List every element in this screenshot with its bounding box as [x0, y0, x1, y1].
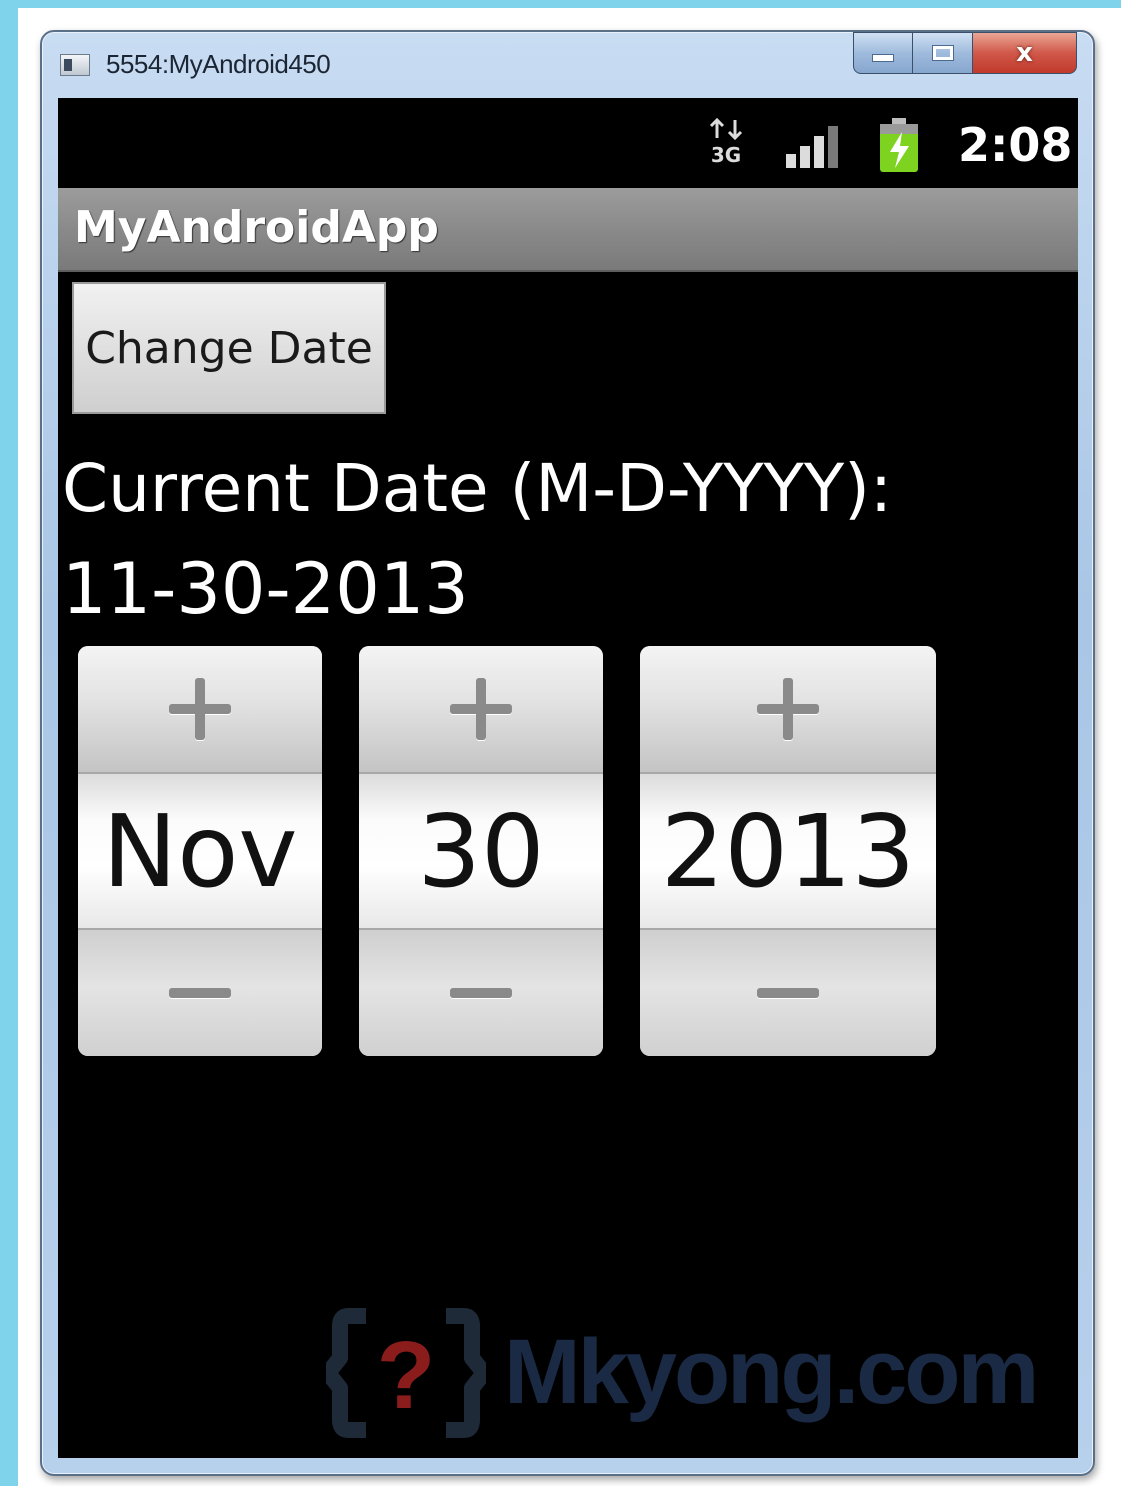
clock: 2:08 [958, 118, 1073, 172]
month-decrement-button[interactable] [78, 928, 322, 1056]
minus-icon [450, 988, 512, 998]
watermark-suffix: .com [833, 1321, 1040, 1423]
current-date-value: 11-30-2013 [62, 548, 469, 630]
svg-text:?: ? [377, 1322, 436, 1429]
minimize-icon [872, 54, 894, 62]
watermark-text: Mkyong.com [504, 1320, 1040, 1425]
window-controls: x [853, 32, 1077, 74]
close-icon: x [1016, 38, 1033, 68]
maximize-icon [931, 45, 954, 61]
plus-icon [169, 678, 231, 740]
month-increment-button[interactable] [78, 646, 322, 774]
month-field[interactable]: Nov [78, 774, 322, 928]
watermark: ? Mkyong.com [326, 1308, 1066, 1438]
minimize-button[interactable] [853, 32, 913, 74]
mkyong-logo-icon: ? [326, 1308, 486, 1438]
day-increment-button[interactable] [359, 646, 603, 774]
signal-strength-icon [786, 126, 838, 168]
current-date-label: Current Date (M-D-YYYY): [62, 450, 893, 527]
window-title: 5554:MyAndroid450 [106, 49, 331, 79]
day-field[interactable]: 30 [359, 774, 603, 928]
close-button[interactable]: x [973, 32, 1077, 74]
battery-charging-icon [880, 118, 918, 172]
android-screen: 3G 2:08 MyAndroidApp Change Date Current… [58, 98, 1078, 1458]
day-picker: 30 [359, 646, 603, 1056]
year-increment-button[interactable] [640, 646, 936, 774]
emulator-window: 5554:MyAndroid450 x 3G 2:08 MyAndroidApp… [40, 30, 1095, 1476]
status-bar: 3G 2:08 [58, 98, 1078, 188]
app-title-bar: MyAndroidApp [58, 188, 1078, 272]
app-title: MyAndroidApp [74, 202, 439, 253]
data-arrows-icon [709, 117, 743, 141]
window-titlebar[interactable]: 5554:MyAndroid450 x [42, 32, 1093, 98]
month-picker: Nov [78, 646, 322, 1056]
network-3g-icon: 3G [708, 117, 744, 168]
emulator-app-icon [60, 54, 90, 76]
plus-icon [757, 678, 819, 740]
year-picker: 2013 [640, 646, 936, 1056]
plus-icon [450, 678, 512, 740]
change-date-button[interactable]: Change Date [72, 282, 386, 414]
maximize-button[interactable] [913, 32, 973, 74]
year-field[interactable]: 2013 [640, 774, 936, 928]
minus-icon [169, 988, 231, 998]
year-decrement-button[interactable] [640, 928, 936, 1056]
day-decrement-button[interactable] [359, 928, 603, 1056]
network-type: 3G [710, 143, 742, 167]
minus-icon [757, 988, 819, 998]
watermark-brand: Mkyong [504, 1321, 837, 1423]
